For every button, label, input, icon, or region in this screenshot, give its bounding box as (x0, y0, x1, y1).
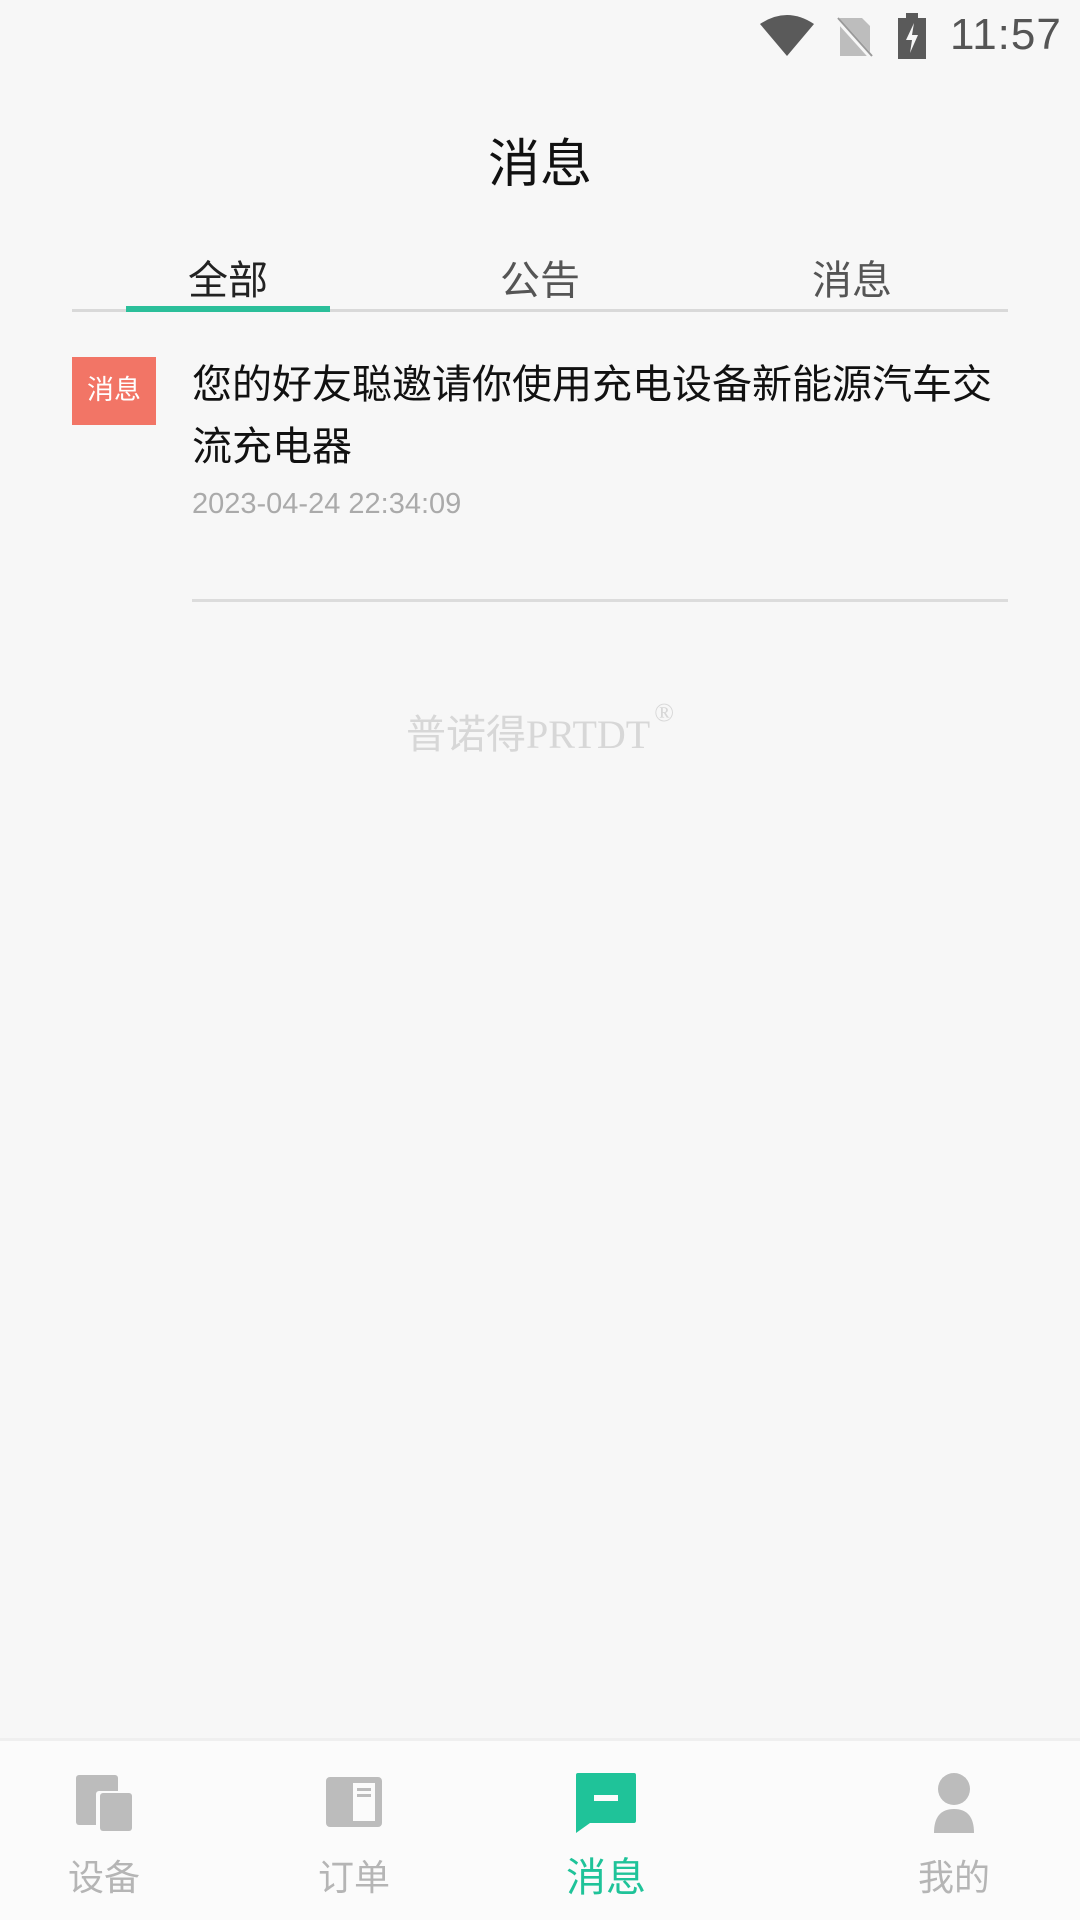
tab-bar: 全部 公告 消息 (72, 240, 1008, 312)
nav-label: 设备 (67, 1858, 140, 1899)
profile-icon (934, 1773, 974, 1833)
message-icon (576, 1773, 636, 1833)
message-type-badge: 消息 (72, 357, 156, 425)
nav-label: 我的 (917, 1858, 990, 1899)
brand-text: 普诺得PRTDT (405, 712, 651, 757)
registered-mark: ® (654, 698, 675, 727)
tab-all[interactable]: 全部 (72, 240, 384, 312)
wifi-icon (760, 15, 814, 56)
page-title: 消息 (487, 135, 592, 195)
nav-label: 订单 (317, 1858, 390, 1899)
tab-messages[interactable]: 消息 (696, 240, 1008, 309)
nav-item-profile[interactable]: 我的 (810, 1741, 1080, 1920)
tab-indicator (126, 306, 330, 312)
message-list-item[interactable]: 消息 您的好友聪邀请你使用充电设备新能源汽车交流充电器 2023-04-24 2… (72, 354, 1008, 604)
nav-item-messages[interactable]: 消息 (540, 1741, 810, 1920)
nav-label: 消息 (566, 1855, 646, 1901)
no-sim-icon (834, 16, 874, 58)
status-bar: 11:57 (0, 0, 1080, 72)
devices-icon (76, 1775, 134, 1833)
status-time: 11:57 (950, 10, 1062, 59)
tab-label: 公告 (500, 258, 580, 304)
message-title: 您的好友聪邀请你使用充电设备新能源汽车交流充电器 (192, 362, 992, 470)
bottom-nav: 设备 订单 消息 我的 (0, 1738, 1080, 1920)
brand-watermark: 普诺得PRTDT ® (0, 698, 1080, 760)
tab-announcements[interactable]: 公告 (384, 240, 696, 309)
list-divider (192, 599, 1008, 602)
tab-label: 全部 (188, 258, 268, 304)
battery-charging-icon (898, 13, 926, 59)
tab-label: 消息 (812, 258, 892, 304)
message-timestamp: 2023-04-24 22:34:09 (192, 488, 462, 520)
order-icon (326, 1777, 382, 1827)
